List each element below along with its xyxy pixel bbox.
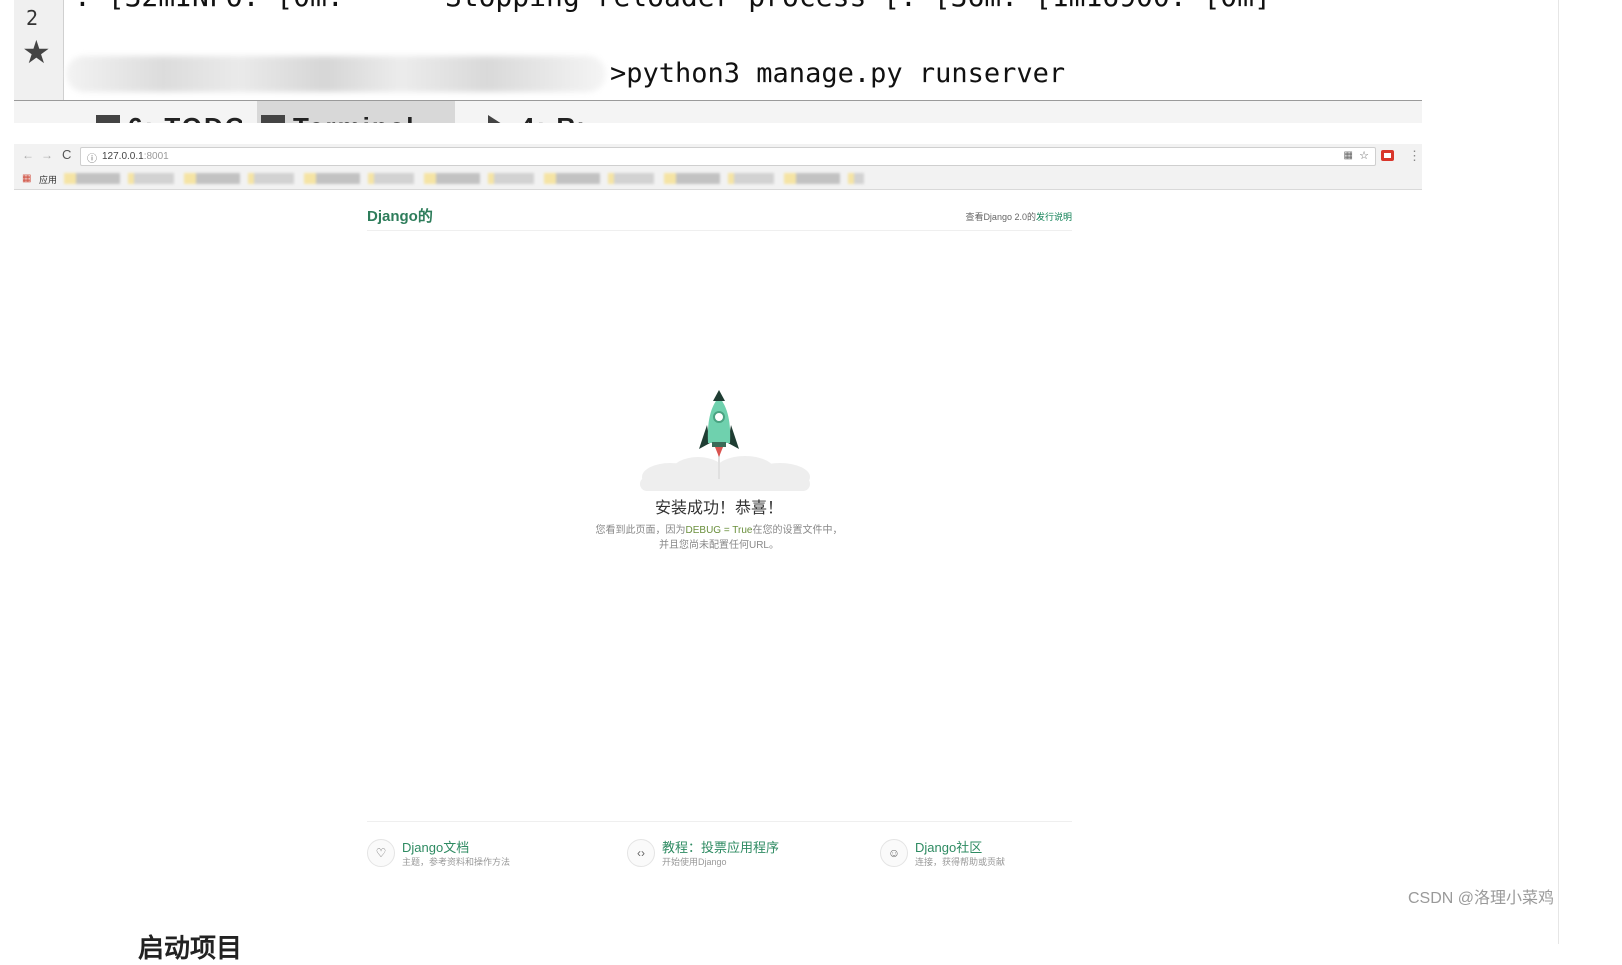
- django-brand[interactable]: Django的: [367, 205, 433, 226]
- tool-window-bar: 6: TODO Terminal 4: Run: [14, 101, 1422, 123]
- tab-todo-label: 6: TODO: [128, 112, 242, 123]
- url-text: 127.0.0.1:8001: [102, 151, 169, 162]
- address-bar[interactable]: ⓘ 127.0.0.1:8001 ▦ ☆: [80, 147, 1376, 166]
- tab-terminal[interactable]: Terminal: [257, 101, 455, 123]
- csdn-watermark: CSDN @洛理小菜鸡: [1407, 890, 1554, 907]
- bookmark-star-icon[interactable]: ☆: [1359, 149, 1369, 162]
- django-footer: ♡ Django文档 主题，参考资料和操作方法 ‹› 教程：投票应用程序 开始使…: [367, 821, 1072, 876]
- release-notes: 查看Django 2.0的发行说明: [965, 210, 1072, 223]
- tab-run[interactable]: 4: Run: [484, 101, 584, 123]
- browser-window: ← → C ⓘ 127.0.0.1:8001 ▦ ☆ ⋮ ▦ 应用 Django…: [14, 144, 1422, 890]
- todo-list-icon: [96, 115, 120, 123]
- footer-docs-title[interactable]: Django文档: [402, 837, 469, 856]
- rocket-flame: [715, 447, 723, 457]
- browser-toolbar: ← → C ⓘ 127.0.0.1:8001 ▦ ☆ ⋮: [14, 144, 1422, 168]
- forward-arrow-icon[interactable]: →: [41, 148, 53, 162]
- url-port: :8001: [143, 151, 169, 162]
- apps-label[interactable]: 应用: [39, 173, 57, 186]
- page-divider: [1558, 0, 1559, 944]
- redacted-prompt-path: [66, 56, 606, 92]
- footer-docs-subtitle: 主题，参考资料和操作方法: [402, 857, 511, 867]
- rocket-nose: [713, 390, 725, 401]
- cloud-shape: [640, 456, 810, 491]
- tab-todo[interactable]: 6: TODO: [92, 101, 242, 123]
- reload-icon[interactable]: C: [62, 148, 71, 162]
- next-heading-fragment: 启动项目: [138, 933, 243, 963]
- back-arrow-icon[interactable]: ←: [22, 148, 34, 162]
- gutter-number: 2: [26, 6, 39, 30]
- footer-community-title[interactable]: Django社区: [915, 837, 982, 856]
- rocket-base: [712, 442, 726, 447]
- tab-terminal-label: Terminal: [293, 112, 415, 123]
- extension-icon[interactable]: [1381, 150, 1394, 161]
- desc-line2: 并且您尚未配置任何URL。: [658, 540, 779, 551]
- menu-kebab-icon[interactable]: ⋮: [1408, 148, 1421, 164]
- redacted-bookmarks: [64, 173, 864, 184]
- release-prefix: 查看Django 2.0的: [965, 212, 1036, 222]
- tab-run-label: 4: Run: [520, 112, 584, 123]
- run-icon: [488, 115, 502, 123]
- lightbulb-icon: ♡: [367, 839, 395, 867]
- django-header: Django的 查看Django 2.0的发行说明: [367, 203, 1072, 231]
- translate-icon[interactable]: ▦: [1344, 150, 1353, 161]
- terminal-panel[interactable]: 2 ★ : [32mINFO: [0m: Stopping reloader p…: [14, 0, 1422, 101]
- terminal-gutter: 2 ★: [14, 0, 64, 100]
- url-host: 127.0.0.1: [102, 151, 144, 162]
- apps-grid-icon[interactable]: ▦: [22, 173, 31, 184]
- terminal-command: >python3 manage.py runserver: [610, 58, 1066, 89]
- code-icon: ‹›: [627, 839, 655, 867]
- desc-line1-post: 在您的设置文件中，: [752, 525, 843, 536]
- desc-debug-code: DEBUG = True: [685, 525, 753, 536]
- install-success-title: 安装成功！恭喜！: [654, 500, 783, 517]
- footer-tutorial-subtitle: 开始使用Django: [662, 857, 727, 867]
- terminal-icon: [261, 115, 285, 123]
- info-icon[interactable]: ⓘ: [87, 150, 97, 165]
- rocket-window: [713, 411, 725, 423]
- install-success-description: 您看到此页面，因为DEBUG = True在您的设置文件中， 并且您尚未配置任何…: [454, 523, 984, 553]
- favorite-star-icon[interactable]: ★: [22, 36, 51, 68]
- bookmarks-bar: ▦ 应用: [14, 168, 1422, 190]
- release-notes-link[interactable]: 发行说明: [1036, 212, 1072, 222]
- rocket-illustration: [640, 390, 810, 491]
- terminal-log-line: : [32mINFO: [0m: Stopping reloader proce…: [74, 0, 1271, 13]
- desc-line1-pre: 您看到此页面，因为: [595, 525, 686, 536]
- footer-tutorial-title[interactable]: 教程：投票应用程序: [662, 837, 779, 856]
- footer-community-subtitle: 连接，获得帮助或贡献: [915, 857, 1006, 867]
- community-icon: ☺: [880, 839, 908, 867]
